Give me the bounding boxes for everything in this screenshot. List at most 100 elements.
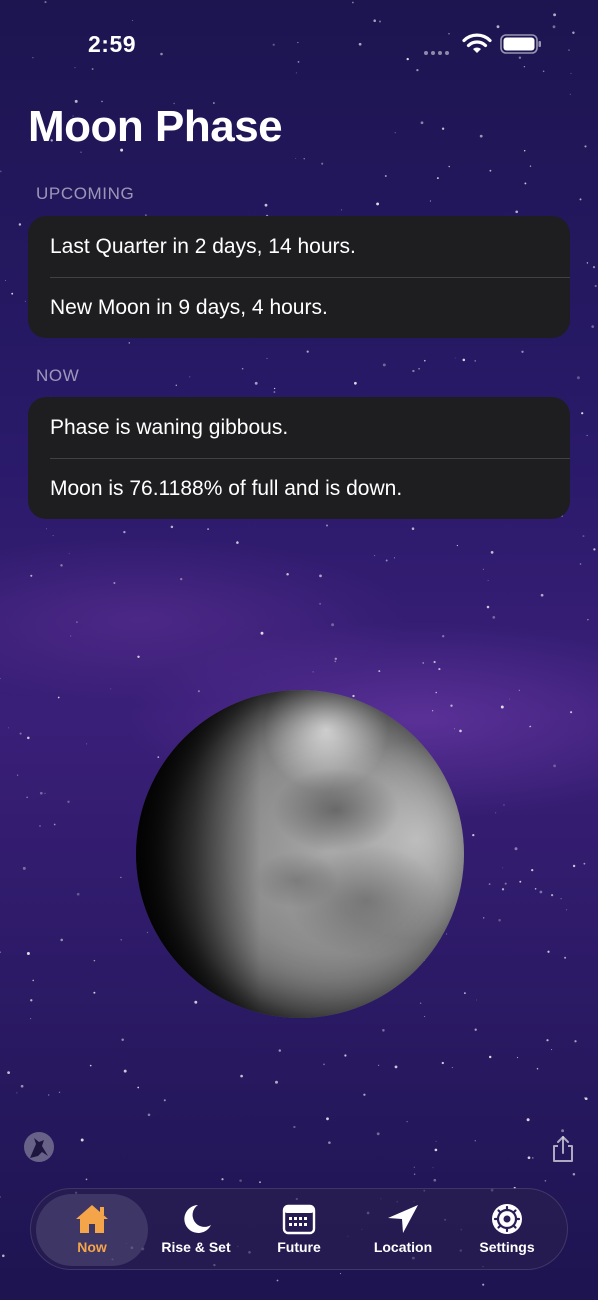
star xyxy=(518,689,520,691)
star xyxy=(30,999,33,1002)
star xyxy=(564,956,567,959)
star xyxy=(276,1279,279,1282)
tab-location[interactable]: Location xyxy=(347,1194,459,1266)
star xyxy=(422,662,424,664)
star xyxy=(582,535,585,538)
star xyxy=(29,1017,32,1020)
star xyxy=(464,992,466,994)
star xyxy=(434,1148,438,1152)
tab-rise-and-set[interactable]: Rise & Set xyxy=(140,1194,252,1266)
star xyxy=(93,959,96,962)
star xyxy=(579,198,582,201)
star xyxy=(516,1056,519,1059)
star xyxy=(503,804,505,806)
star xyxy=(500,705,504,709)
star xyxy=(22,866,26,870)
star xyxy=(306,350,309,353)
star xyxy=(472,833,475,837)
star xyxy=(393,557,395,559)
star xyxy=(431,710,434,712)
star xyxy=(24,300,27,303)
star xyxy=(474,360,476,362)
star xyxy=(591,325,595,328)
star xyxy=(0,951,2,954)
star xyxy=(482,1283,485,1286)
star xyxy=(260,631,264,635)
star xyxy=(536,1067,539,1070)
tab-now[interactable]: Now xyxy=(36,1194,148,1266)
cellular-signal-icon xyxy=(424,42,452,60)
star xyxy=(424,1016,426,1017)
star xyxy=(583,862,586,865)
share-icon[interactable] xyxy=(550,1134,576,1164)
star xyxy=(378,1064,380,1066)
star xyxy=(0,677,1,679)
star xyxy=(295,158,297,159)
star xyxy=(39,825,41,827)
star xyxy=(236,541,239,544)
star xyxy=(394,1065,398,1069)
howling-wolf-icon[interactable] xyxy=(22,1130,56,1164)
star xyxy=(259,1181,261,1184)
star xyxy=(495,812,497,814)
star xyxy=(319,574,322,578)
section-header-now: NOW xyxy=(36,366,80,385)
star xyxy=(293,1125,296,1129)
star xyxy=(123,1069,127,1073)
star xyxy=(80,1138,84,1142)
upcoming-row-new-moon: New Moon in 9 days, 4 hours. xyxy=(28,277,570,338)
star xyxy=(592,265,596,269)
star xyxy=(312,671,314,673)
star xyxy=(325,524,329,527)
star xyxy=(474,1140,476,1142)
star xyxy=(239,1179,242,1182)
star xyxy=(586,262,589,264)
star xyxy=(584,1097,588,1101)
star xyxy=(8,727,10,729)
star xyxy=(334,657,338,661)
star xyxy=(529,165,532,167)
star xyxy=(574,1040,577,1043)
star xyxy=(539,890,543,894)
star xyxy=(521,350,524,353)
star xyxy=(128,342,131,344)
star xyxy=(479,134,483,138)
star xyxy=(334,660,337,663)
star xyxy=(326,1117,329,1121)
star xyxy=(241,367,244,370)
star xyxy=(382,1029,385,1032)
star xyxy=(532,1157,534,1159)
star xyxy=(489,169,492,172)
star xyxy=(593,548,596,551)
tab-future[interactable]: Future xyxy=(243,1194,355,1266)
star xyxy=(352,694,355,698)
calendar-icon xyxy=(282,1204,316,1235)
house-icon xyxy=(76,1205,108,1233)
star xyxy=(286,573,289,576)
star xyxy=(376,1132,380,1136)
star xyxy=(424,359,426,362)
star xyxy=(433,660,436,664)
star xyxy=(441,127,445,130)
star xyxy=(584,145,587,148)
star xyxy=(70,635,72,637)
wifi-icon xyxy=(462,33,492,53)
star xyxy=(509,698,510,700)
tab-settings[interactable]: Settings xyxy=(451,1194,563,1266)
star xyxy=(382,363,386,367)
tab-label-settings: Settings xyxy=(479,1239,535,1255)
star xyxy=(58,1091,61,1094)
star xyxy=(16,774,19,776)
star xyxy=(339,1273,341,1275)
star xyxy=(534,887,537,890)
star xyxy=(515,210,519,214)
star xyxy=(504,882,507,885)
star xyxy=(378,670,381,673)
star xyxy=(85,1178,88,1181)
star xyxy=(323,1063,325,1066)
star xyxy=(523,149,526,152)
star xyxy=(413,1166,415,1168)
star xyxy=(561,1129,565,1133)
gear-icon xyxy=(492,1204,522,1234)
star xyxy=(376,202,380,206)
